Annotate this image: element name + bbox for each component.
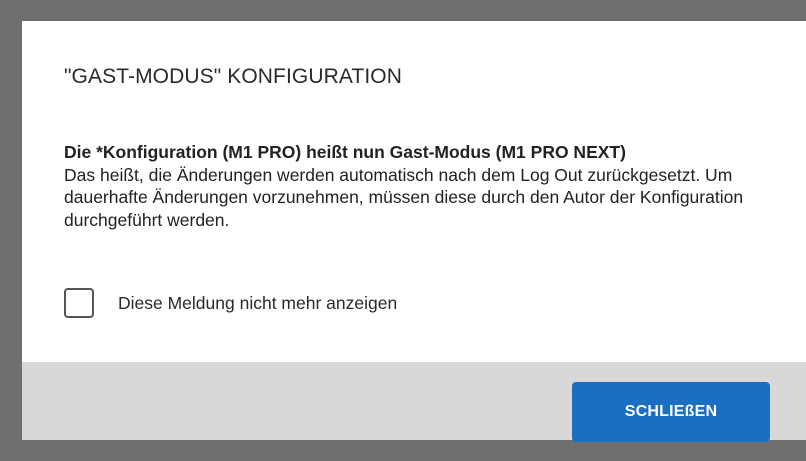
dialog-title: "GAST-MODUS" KONFIGURATION bbox=[64, 65, 402, 88]
close-button[interactable]: SCHLIEßEN bbox=[572, 382, 770, 442]
gast-modus-dialog: "GAST-MODUS" KONFIGURATION Die *Konfigur… bbox=[22, 21, 806, 442]
dont-show-again-label[interactable]: Diese Meldung nicht mehr anzeigen bbox=[118, 293, 397, 314]
dont-show-again-checkbox[interactable] bbox=[64, 288, 94, 318]
dont-show-again-option[interactable]: Diese Meldung nicht mehr anzeigen bbox=[64, 285, 397, 321]
dialog-footer: SCHLIEßEN bbox=[22, 362, 806, 442]
message-headline: Die *Konfiguration (M1 PRO) heißt nun Ga… bbox=[64, 142, 626, 162]
dialog-message: Die *Konfiguration (M1 PRO) heißt nun Ga… bbox=[64, 141, 794, 231]
message-body: Das heißt, die Änderungen werden automat… bbox=[64, 164, 744, 230]
